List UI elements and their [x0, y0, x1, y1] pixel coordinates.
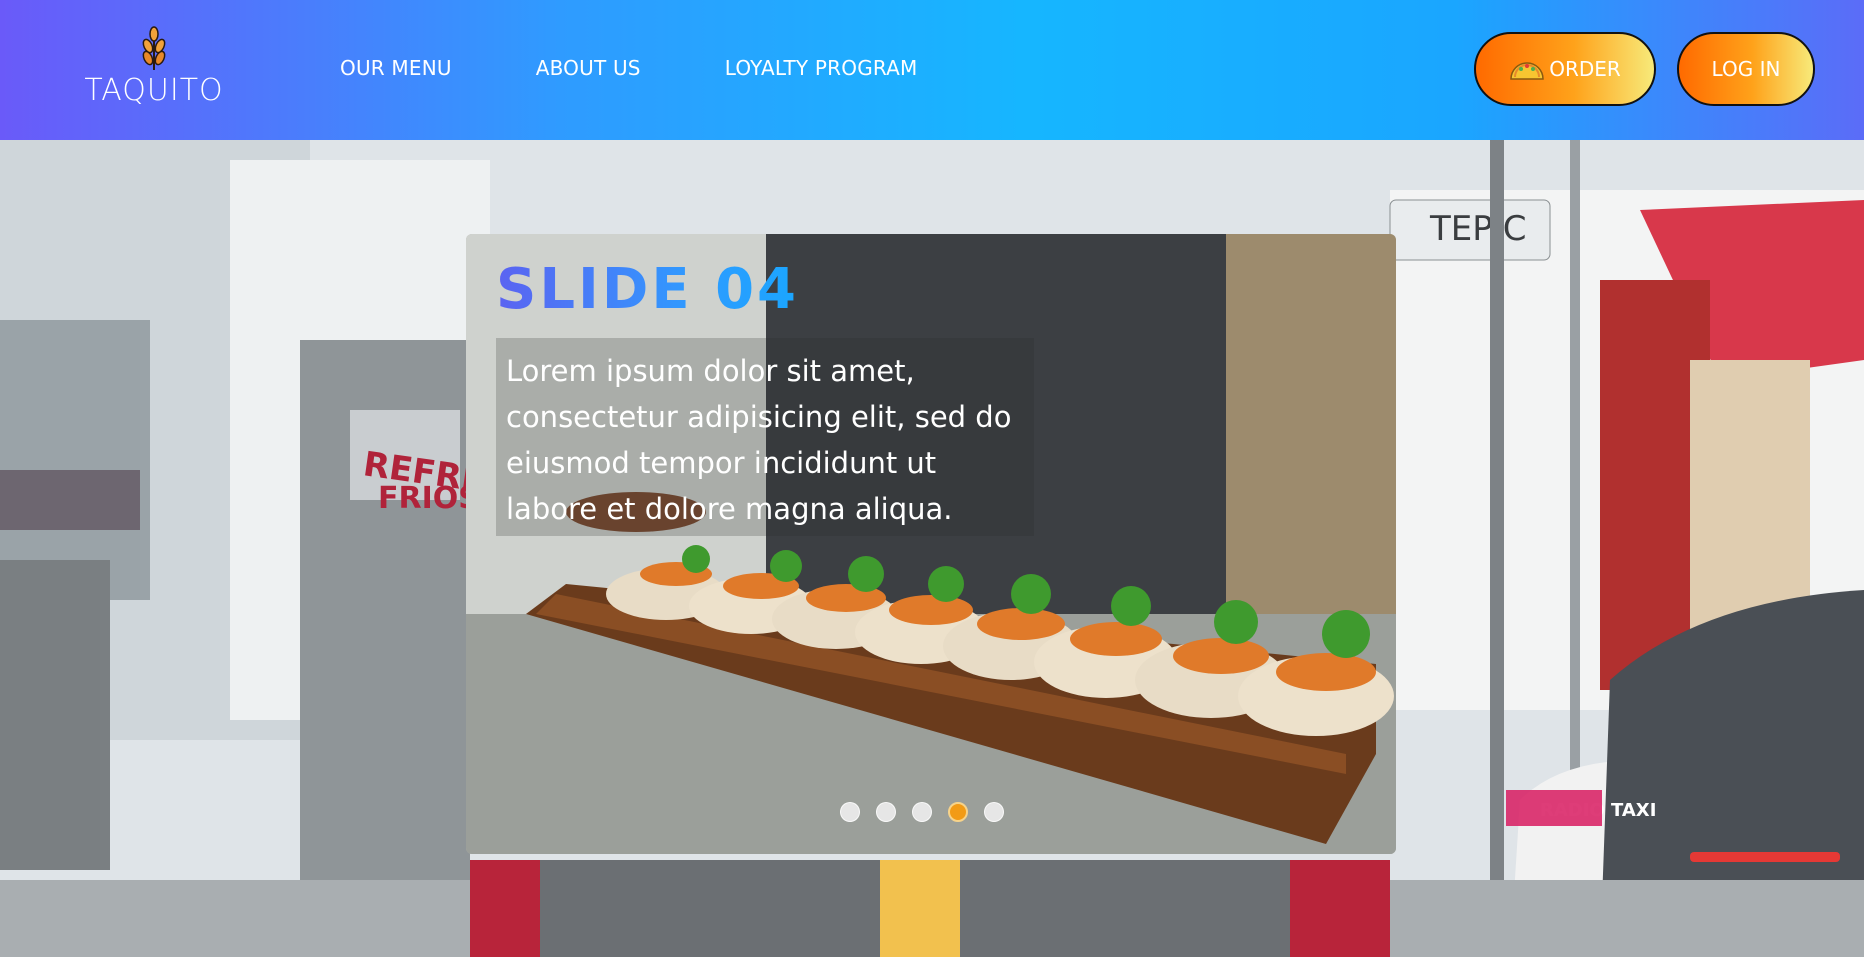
main-nav: OUR MENU ABOUT US LOYALTY PROGRAM	[340, 56, 918, 80]
site-header: TAQUITO OUR MENU ABOUT US LOYALTY PROGRA…	[0, 0, 1864, 140]
hero-section: REFRESCO FRIOS TEPIC RADIO TAXI	[0, 140, 1864, 957]
taco-icon	[1510, 62, 1544, 80]
sign-tepic: TEPIC	[1429, 209, 1527, 249]
slider-dot-1[interactable]	[840, 802, 860, 822]
tacos-photo	[466, 234, 1396, 854]
order-button[interactable]: ORDER	[1474, 32, 1656, 106]
slide-description: Lorem ipsum dolor sit amet, consectetur …	[496, 338, 1034, 536]
slider-pagination	[840, 802, 1004, 822]
slider-dot-2[interactable]	[876, 802, 896, 822]
order-button-label: ORDER	[1549, 57, 1621, 81]
wheat-icon	[142, 26, 166, 70]
nav-our-menu[interactable]: OUR MENU	[340, 56, 452, 80]
logo[interactable]: TAQUITO	[74, 26, 234, 114]
logo-wordmark: TAQUITO	[84, 73, 224, 108]
slide-title: SLIDE 04	[496, 257, 800, 322]
nav-about-us[interactable]: ABOUT US	[536, 56, 641, 80]
nav-loyalty-program[interactable]: LOYALTY PROGRAM	[725, 56, 918, 80]
slider-dot-3[interactable]	[912, 802, 932, 822]
login-button-label: LOG IN	[1711, 57, 1781, 81]
slider-dot-5[interactable]	[984, 802, 1004, 822]
login-button[interactable]: LOG IN	[1677, 32, 1815, 106]
slider-dot-4[interactable]	[948, 802, 968, 822]
hero-slide-card: SLIDE 04 Lorem ipsum dolor sit amet, con…	[466, 234, 1396, 854]
sign-frios: FRIOS	[378, 481, 480, 516]
